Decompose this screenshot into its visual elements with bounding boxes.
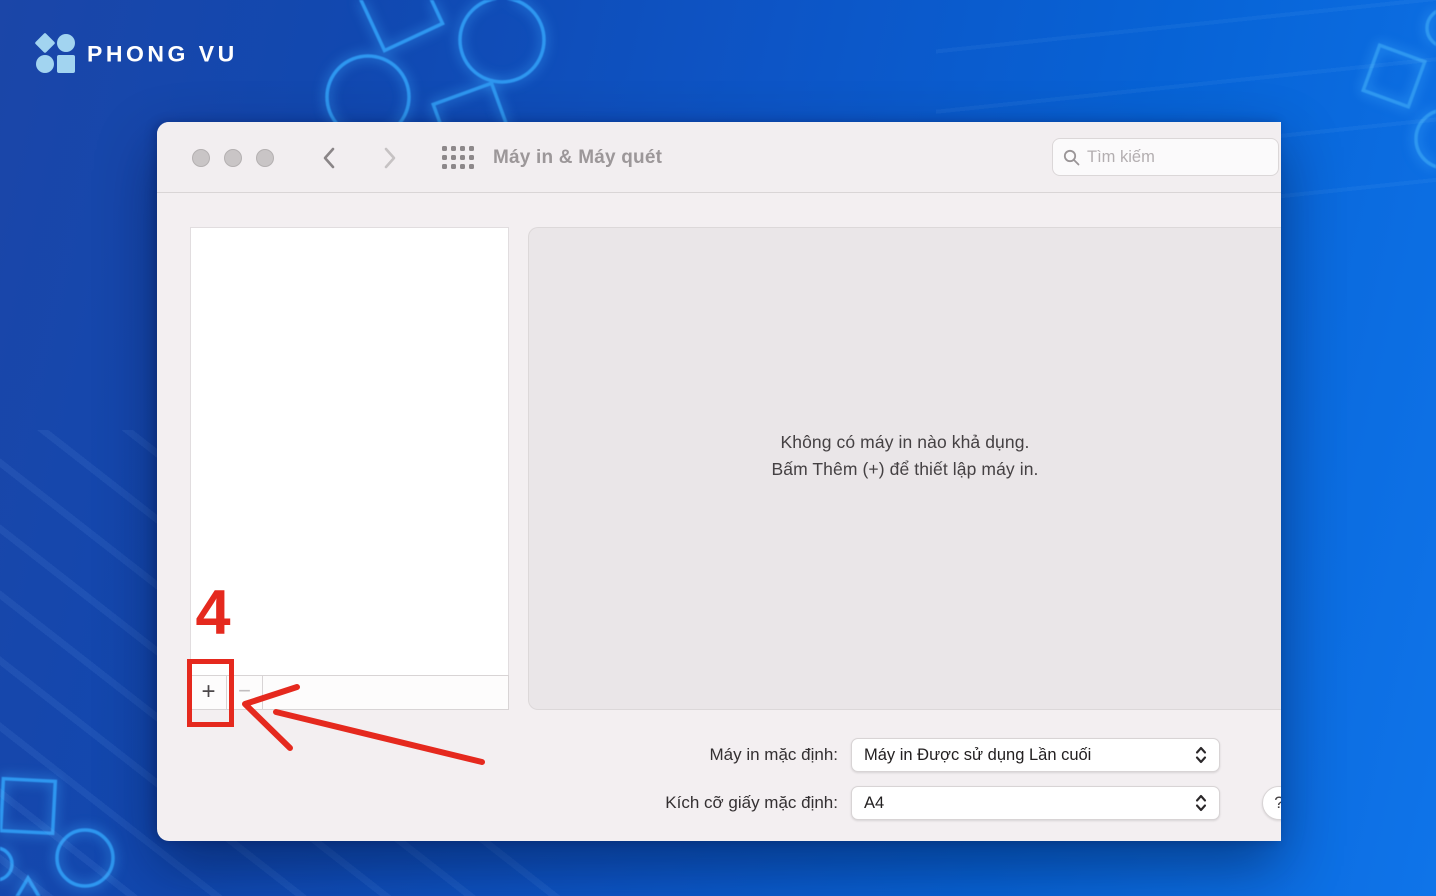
add-printer-button[interactable]: + [191,676,227,709]
no-printer-message: Không có máy in nào khả dụng. Bấm Thêm (… [771,429,1038,483]
printers-scanners-window: Máy in & Máy quét + − Không có máy in nà… [157,122,1281,841]
logo-square-shape [57,55,75,73]
deco-triangle-icon [2,878,54,896]
printer-list[interactable] [190,227,509,675]
deco-circle-icon [1416,110,1436,168]
deco-circle-icon [0,848,12,880]
no-printer-message-line2: Bấm Thêm (+) để thiết lập máy in. [771,456,1038,483]
remove-printer-button[interactable]: − [227,676,263,709]
chevron-left-icon [322,147,335,169]
deco-square-icon [357,0,442,51]
search-input[interactable] [1087,148,1237,167]
no-printer-message-line1: Không có máy in nào khả dụng. [771,429,1038,456]
logo-diamond-shape [35,33,56,54]
default-printer-dropdown[interactable]: Máy in Được sử dụng Lần cuối [851,738,1220,772]
traffic-lights [192,122,274,193]
help-button[interactable]: ? [1262,786,1281,820]
logo-circle-shape [36,55,54,73]
printer-list-toolbar: + − [190,675,509,710]
stepper-icon [1195,746,1207,764]
search-field[interactable] [1052,138,1279,176]
stepper-icon [1195,794,1207,812]
deco-square-icon [1,779,56,834]
paper-size-value: A4 [864,794,1195,813]
plus-icon: + [201,680,215,704]
zoom-window-button[interactable] [256,149,274,167]
deco-circle-icon [1427,9,1436,47]
show-all-preferences-button[interactable] [441,142,474,173]
minus-icon: − [238,680,251,702]
question-mark-icon: ? [1274,793,1281,813]
back-button[interactable] [315,122,341,193]
deco-circle-icon [57,830,113,886]
search-icon [1063,149,1080,166]
phongvu-logo-icon [36,34,77,74]
logo-circle-shape [57,34,75,52]
forward-button[interactable] [377,122,403,193]
window-title: Máy in & Máy quét [493,122,662,193]
brand-name: PHONG VU [87,41,238,67]
default-printer-label: Máy in mặc định: [157,745,838,765]
deco-circle-icon [460,0,544,82]
default-printer-value: Máy in Được sử dụng Lần cuối [864,746,1195,765]
printer-detail-panel: Không có máy in nào khả dụng. Bấm Thêm (… [528,227,1281,710]
minimize-window-button[interactable] [224,149,242,167]
phongvu-logo: PHONG VU [36,34,238,74]
window-titlebar: Máy in & Máy quét [157,122,1281,193]
paper-size-dropdown[interactable]: A4 [851,786,1220,820]
deco-square-icon [1363,45,1425,107]
close-window-button[interactable] [192,149,210,167]
paper-size-label: Kích cỡ giấy mặc định: [157,793,838,813]
chevron-right-icon [384,147,397,169]
